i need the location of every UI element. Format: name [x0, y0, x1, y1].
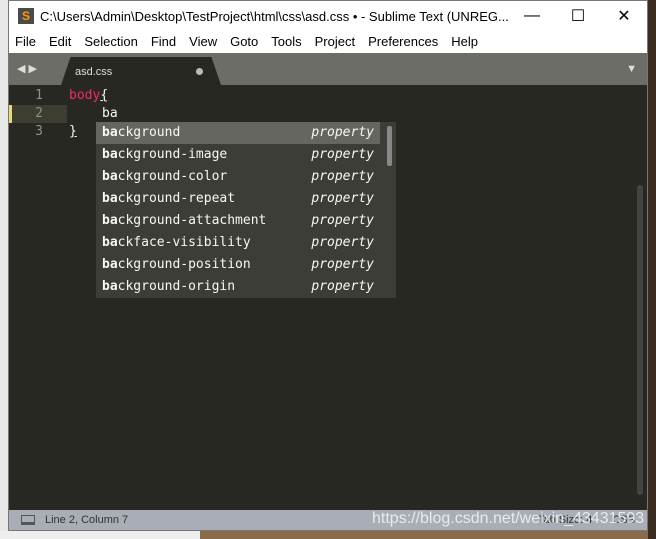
code-line: ba — [102, 106, 118, 121]
menu-selection[interactable]: Selection — [84, 34, 137, 49]
cursor-position: Line 2, Column 7 — [45, 514, 129, 526]
menu-view[interactable]: View — [189, 34, 217, 49]
title-bar: S C:\Users\Admin\Desktop\TestProject\htm… — [9, 1, 647, 31]
line-number: 1 — [35, 88, 43, 103]
tab-asd-css[interactable]: asd.css — [61, 57, 221, 85]
item-name: background-origin — [102, 279, 236, 294]
sublime-window: S C:\Users\Admin\Desktop\TestProject\htm… — [8, 0, 648, 531]
autocomplete-item[interactable]: background-color property — [96, 166, 380, 188]
tab-dropdown-icon[interactable]: ▼ — [626, 63, 637, 75]
autocomplete-item[interactable]: backface-visibility property — [96, 232, 380, 254]
item-name: background-position — [102, 257, 251, 272]
code-line: body{ — [69, 87, 108, 105]
desktop-right — [648, 0, 656, 539]
item-type: property — [311, 191, 374, 206]
autocomplete-item[interactable]: background-attachment property — [96, 210, 380, 232]
item-name: background-attachment — [102, 213, 267, 228]
menu-find[interactable]: Find — [151, 34, 176, 49]
menu-preferences[interactable]: Preferences — [368, 34, 438, 49]
tab-nav-arrows-icon[interactable]: ◀ ▶ — [17, 62, 37, 75]
menu-tools[interactable]: Tools — [271, 34, 301, 49]
window-title: C:\Users\Admin\Desktop\TestProject\html\… — [40, 8, 509, 24]
menu-bar: File Edit Selection Find View Goto Tools… — [9, 31, 647, 51]
item-name: background-color — [102, 169, 228, 184]
selector: body — [69, 88, 101, 103]
desktop-bottom — [0, 531, 200, 539]
autocomplete-item[interactable]: background-position property — [96, 254, 380, 276]
autocomplete-popup: background property background-image proper… — [96, 122, 396, 298]
unsaved-dot-icon[interactable] — [196, 68, 203, 75]
menu-help[interactable]: Help — [451, 34, 478, 49]
tab-bar: ◀ ▶ asd.css ▼ — [9, 53, 647, 85]
autocomplete-item[interactable]: background-origin property — [96, 276, 380, 298]
item-type: property — [311, 213, 374, 228]
menu-edit[interactable]: Edit — [49, 34, 71, 49]
minimize-button[interactable]: — — [509, 7, 555, 25]
item-type: property — [311, 169, 374, 184]
panel-toggle-icon[interactable] — [21, 515, 35, 525]
autocomplete-item[interactable]: background property — [96, 122, 380, 144]
line-number: 3 — [35, 124, 43, 139]
autocomplete-item[interactable]: background-repeat property — [96, 188, 380, 210]
item-name: backface-visibility — [102, 235, 251, 250]
sublime-logo-icon: S — [18, 8, 34, 24]
code-line: } — [69, 124, 77, 139]
close-button[interactable]: ✕ — [601, 6, 647, 26]
item-type: property — [311, 279, 374, 294]
item-type: property — [311, 235, 374, 250]
brace: { — [100, 88, 109, 103]
maximize-button[interactable]: ☐ — [555, 6, 601, 26]
autocomplete-item[interactable]: background-image property — [96, 144, 380, 166]
tab-label: asd.css — [75, 66, 113, 78]
item-type: property — [311, 257, 374, 272]
item-type: property — [311, 147, 374, 162]
current-line-marker — [9, 105, 12, 123]
menu-file[interactable]: File — [15, 34, 36, 49]
line-number: 2 — [9, 105, 67, 123]
item-name: background-image — [102, 147, 228, 162]
watermark: https://blog.csdn.net/weixin_43431593 — [372, 510, 645, 527]
vertical-scrollbar[interactable] — [637, 185, 643, 495]
item-name: background — [102, 125, 181, 140]
menu-goto[interactable]: Goto — [230, 34, 258, 49]
desktop-left — [0, 0, 8, 539]
autocomplete-scrollbar[interactable] — [387, 126, 392, 166]
item-name: background-repeat — [102, 191, 236, 206]
menu-project[interactable]: Project — [315, 34, 355, 49]
item-type: property — [311, 125, 374, 140]
editor[interactable]: 1 2 3 body{ ba } background property backg… — [9, 85, 647, 510]
